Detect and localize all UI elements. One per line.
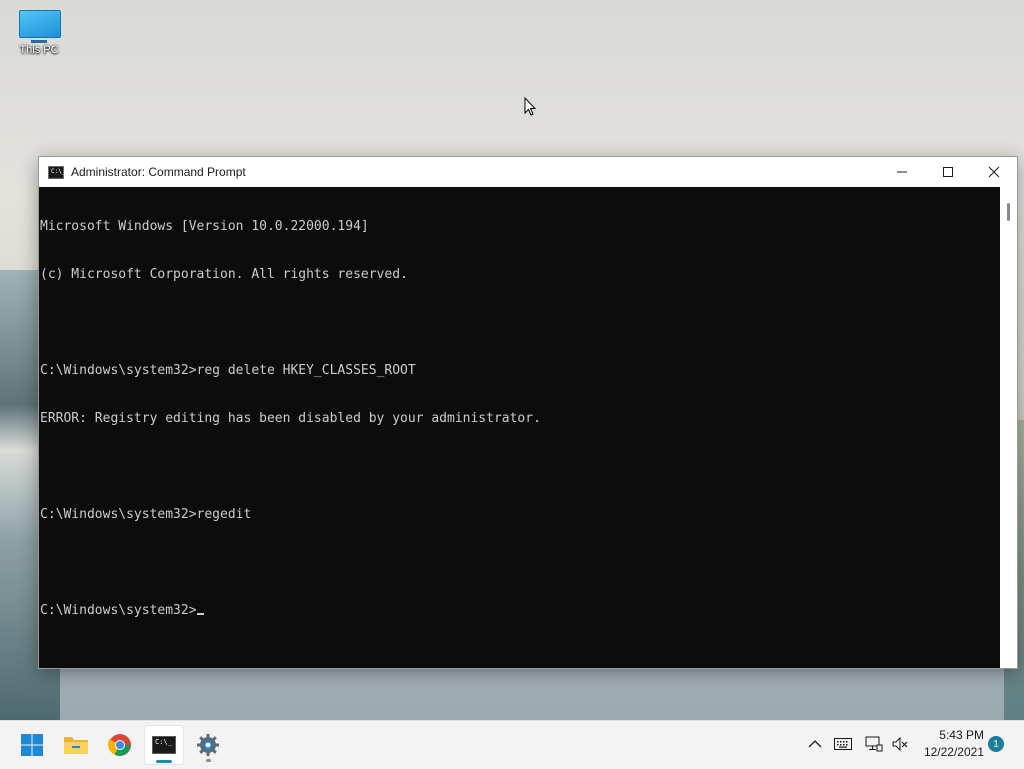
console-line: C:\Windows\system32>regedit — [40, 507, 252, 522]
keyboard-icon — [834, 738, 852, 750]
command-prompt-icon: C:\_ — [48, 165, 66, 179]
network-button[interactable] — [864, 734, 884, 754]
minimize-button[interactable] — [879, 157, 925, 187]
clock-date: 12/22/2021 — [923, 745, 984, 759]
console-prompt: C:\Windows\system32> — [40, 603, 197, 618]
windows-start-icon — [21, 734, 43, 756]
clock[interactable]: 5:43 PM 12/22/2021 — [918, 727, 984, 761]
clock-time: 5:43 PM — [939, 728, 984, 742]
settings-button[interactable] — [188, 725, 228, 765]
volume-button[interactable] — [890, 734, 910, 754]
vertical-scrollbar[interactable] — [1000, 187, 1017, 668]
notification-badge[interactable]: 1 — [988, 736, 1004, 752]
folder-icon — [64, 737, 88, 754]
active-app-indicator — [156, 760, 172, 763]
console-line: (c) Microsoft Corporation. All rights re… — [40, 267, 408, 282]
terminal-icon-glyph: C:\_ — [155, 738, 172, 746]
scrollbar-thumb[interactable] — [1007, 203, 1010, 221]
monitor-icon — [19, 10, 61, 43]
network-icon — [865, 736, 883, 752]
window-title: Administrator: Command Prompt — [71, 165, 246, 179]
desktop-icon-label: This PC — [19, 44, 59, 56]
desktop-icon-this-pc[interactable]: This PC — [12, 10, 66, 56]
console-prompt-line[interactable]: C:\Windows\system32> — [40, 603, 1000, 619]
maximize-button[interactable] — [925, 157, 971, 187]
text-cursor — [196, 613, 204, 615]
mouse-cursor-icon — [524, 96, 537, 120]
keyboard-button[interactable] — [833, 734, 853, 754]
file-explorer-button[interactable] — [56, 725, 96, 765]
volume-muted-icon — [892, 736, 908, 752]
maximize-icon — [943, 167, 953, 177]
console-line: Microsoft Windows [Version 10.0.22000.19… — [40, 219, 369, 234]
console-line: ERROR: Registry editing has been disable… — [40, 411, 541, 426]
title-bar[interactable]: C:\_ Administrator: Command Prompt — [39, 157, 1017, 187]
show-hidden-icons-button[interactable] — [805, 734, 825, 754]
terminal-icon: C:\_ — [152, 736, 176, 754]
chevron-up-icon — [808, 740, 822, 748]
command-prompt-icon-glyph: C:\_ — [51, 167, 66, 175]
close-icon — [988, 166, 1000, 178]
close-button[interactable] — [971, 157, 1017, 187]
minimize-icon — [897, 171, 907, 173]
running-app-indicator — [206, 759, 211, 762]
console-line: C:\Windows\system32>reg delete HKEY_CLAS… — [40, 363, 416, 378]
gear-icon — [197, 734, 219, 756]
console-output[interactable]: Microsoft Windows [Version 10.0.22000.19… — [39, 187, 1000, 668]
chrome-button[interactable] — [100, 725, 140, 765]
command-prompt-taskbar-button[interactable]: C:\_ — [144, 725, 184, 765]
chrome-icon — [108, 734, 131, 756]
start-button[interactable] — [12, 725, 52, 765]
command-prompt-window[interactable]: C:\_ Administrator: Command Prompt Micro… — [38, 156, 1018, 669]
